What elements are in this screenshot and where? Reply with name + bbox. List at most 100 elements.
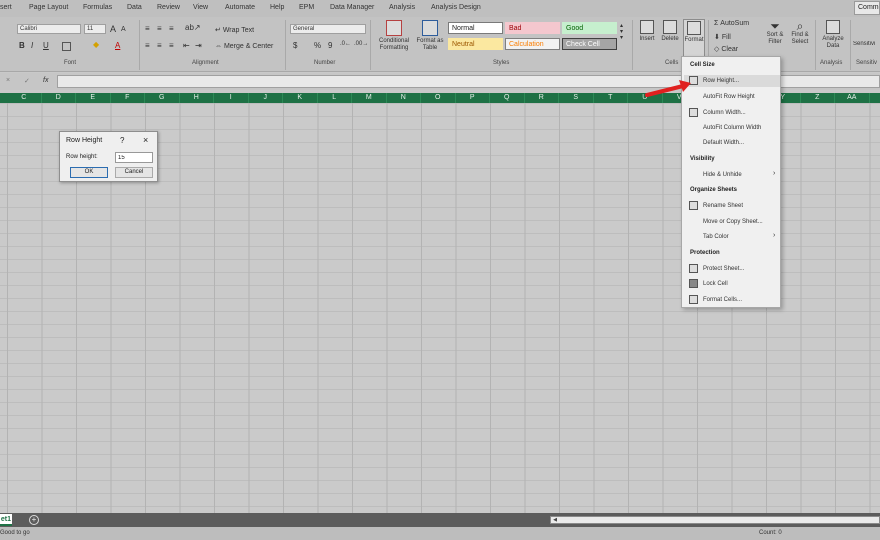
format-cells-item[interactable]: Format Cells... — [703, 297, 742, 303]
hide-unhide-item[interactable]: Hide & Unhide — [703, 172, 742, 178]
menu-analysis[interactable]: Analysis — [389, 4, 415, 11]
clear-button[interactable]: ◇ Clear — [714, 45, 738, 53]
column-header-j[interactable]: J — [249, 93, 283, 103]
lock-cell-item[interactable]: Lock Cell — [703, 281, 728, 287]
shrink-font-icon[interactable]: A — [121, 26, 126, 33]
column-header-r[interactable]: R — [525, 93, 559, 103]
menu-data[interactable]: Data — [127, 4, 142, 11]
format-cells-button[interactable]: Format — [683, 19, 705, 57]
menu-analysis-design[interactable]: Analysis Design — [431, 4, 481, 11]
menu-data-manager[interactable]: Data Manager — [330, 4, 374, 11]
column-header-o[interactable]: O — [421, 93, 456, 103]
menu-review[interactable]: Review — [157, 4, 180, 11]
help-icon[interactable]: ? — [120, 136, 124, 145]
menu-formulas[interactable]: Formulas — [83, 4, 112, 11]
column-header-f[interactable]: F — [111, 93, 145, 103]
percent-button[interactable]: % — [314, 42, 321, 50]
comments-button[interactable]: Comments — [854, 1, 880, 15]
style-good[interactable]: Good — [562, 22, 617, 34]
cancel-button[interactable]: Cancel — [115, 167, 153, 178]
column-header-h[interactable]: H — [180, 93, 214, 103]
menu-help[interactable]: Help — [270, 4, 284, 11]
italic-button[interactable]: I — [31, 42, 33, 50]
wrap-text-button[interactable]: ↵ Wrap Text — [215, 26, 254, 34]
ok-button[interactable]: OK — [70, 167, 108, 178]
font-name-select[interactable]: Calibri — [17, 24, 81, 34]
default-width-item[interactable]: Default Width... — [703, 140, 744, 146]
menu-epm[interactable]: EPM — [299, 4, 314, 11]
align-bottom-icon[interactable]: ≡ — [169, 25, 174, 33]
column-header-p[interactable]: P — [456, 93, 490, 103]
row-height-item[interactable]: Row Height... — [703, 78, 739, 84]
column-header-t[interactable]: T — [594, 93, 628, 103]
style-neutral[interactable]: Neutral — [448, 38, 503, 50]
align-top-icon[interactable]: ≡ — [145, 25, 150, 33]
scroll-left-icon[interactable]: ◀ — [551, 517, 559, 523]
fill-button[interactable]: ⬇ Fill — [714, 33, 731, 41]
underline-button[interactable]: U — [43, 42, 49, 50]
conditional-formatting-button[interactable]: Conditional Formatting — [374, 20, 414, 52]
insert-function-icon[interactable]: fx — [43, 77, 48, 84]
sheet-tab[interactable]: et1 — [0, 514, 12, 526]
column-header-k[interactable]: K — [283, 93, 318, 103]
align-center-icon[interactable]: ≡ — [157, 42, 162, 50]
style-check-cell[interactable]: Check Cell — [562, 38, 617, 50]
column-header-ab[interactable]: AB — [870, 93, 880, 103]
column-header-d[interactable]: D — [42, 93, 76, 103]
orientation-icon[interactable]: ab↗ — [185, 24, 201, 32]
font-size-select[interactable]: 11 — [84, 24, 106, 34]
column-header-g[interactable]: G — [145, 93, 180, 103]
styles-scroll-icon[interactable]: ▴ ▾ ▾ — [620, 23, 623, 41]
menu-automate[interactable]: Automate — [225, 4, 255, 11]
style-normal[interactable]: Normal — [448, 22, 503, 34]
format-as-table-button[interactable]: Format as Table — [414, 20, 446, 52]
style-calculation[interactable]: Calculation — [505, 38, 560, 50]
borders-icon[interactable] — [62, 42, 71, 51]
add-sheet-button[interactable]: + — [29, 515, 39, 525]
comma-style-button[interactable]: 9 — [328, 42, 332, 50]
currency-button[interactable]: $ — [293, 42, 297, 50]
decrease-decimal-icon[interactable]: .00→ — [354, 41, 368, 47]
menu-view[interactable]: View — [193, 4, 208, 11]
fill-color-icon[interactable]: ◆ — [93, 41, 99, 49]
delete-cells-button[interactable]: Delete — [659, 20, 681, 43]
row-height-input[interactable] — [115, 152, 153, 163]
increase-indent-icon[interactable]: ⇥ — [195, 42, 202, 50]
column-header-l[interactable]: L — [318, 93, 352, 103]
grow-font-icon[interactable]: A — [110, 25, 116, 34]
column-header-z[interactable]: Z — [801, 93, 835, 103]
column-width-item[interactable]: Column Width... — [703, 110, 746, 116]
find-select-button[interactable]: ⌕ Find & Select — [788, 20, 812, 46]
insert-cells-button[interactable]: Insert — [636, 20, 658, 43]
number-format-select[interactable]: General — [290, 24, 366, 34]
decrease-indent-icon[interactable]: ⇤ — [183, 42, 190, 50]
merge-center-button[interactable]: ⇔ Merge & Center — [215, 43, 273, 50]
autosum-button[interactable]: Σ AutoSum — [714, 20, 749, 27]
bold-button[interactable]: B — [19, 42, 25, 50]
align-right-icon[interactable]: ≡ — [169, 42, 174, 50]
column-header-e[interactable]: E — [76, 93, 111, 103]
column-header-c[interactable]: C — [7, 93, 42, 103]
column-header-m[interactable]: M — [352, 93, 387, 103]
column-header-s[interactable]: S — [559, 93, 594, 103]
column-header-q[interactable]: Q — [490, 93, 525, 103]
column-header-i[interactable]: I — [214, 93, 249, 103]
font-color-icon[interactable]: A — [115, 42, 120, 50]
column-header-aa[interactable]: AA — [835, 93, 870, 103]
increase-decimal-icon[interactable]: .0← — [340, 41, 351, 47]
autofit-row-height-item[interactable]: AutoFit Row Height — [703, 94, 755, 100]
rename-sheet-item[interactable]: Rename Sheet — [703, 203, 743, 209]
close-icon[interactable]: × — [143, 135, 148, 145]
move-copy-sheet-item[interactable]: Move or Copy Sheet... — [703, 219, 763, 225]
menu-page-layout[interactable]: Page Layout — [29, 4, 68, 11]
protect-sheet-item[interactable]: Protect Sheet... — [703, 266, 744, 272]
tab-color-item[interactable]: Tab Color — [703, 234, 729, 240]
align-middle-icon[interactable]: ≡ — [157, 25, 162, 33]
align-left-icon[interactable]: ≡ — [145, 42, 150, 50]
cancel-icon[interactable]: × — [6, 77, 10, 84]
analyze-data-button[interactable]: Analyze Data — [819, 20, 847, 50]
enter-icon[interactable]: ✓ — [24, 77, 30, 85]
sort-filter-button[interactable]: ⏷ Sort & Filter — [762, 20, 788, 46]
autofit-column-width-item[interactable]: AutoFit Column Width — [703, 125, 761, 131]
style-bad[interactable]: Bad — [505, 22, 560, 34]
